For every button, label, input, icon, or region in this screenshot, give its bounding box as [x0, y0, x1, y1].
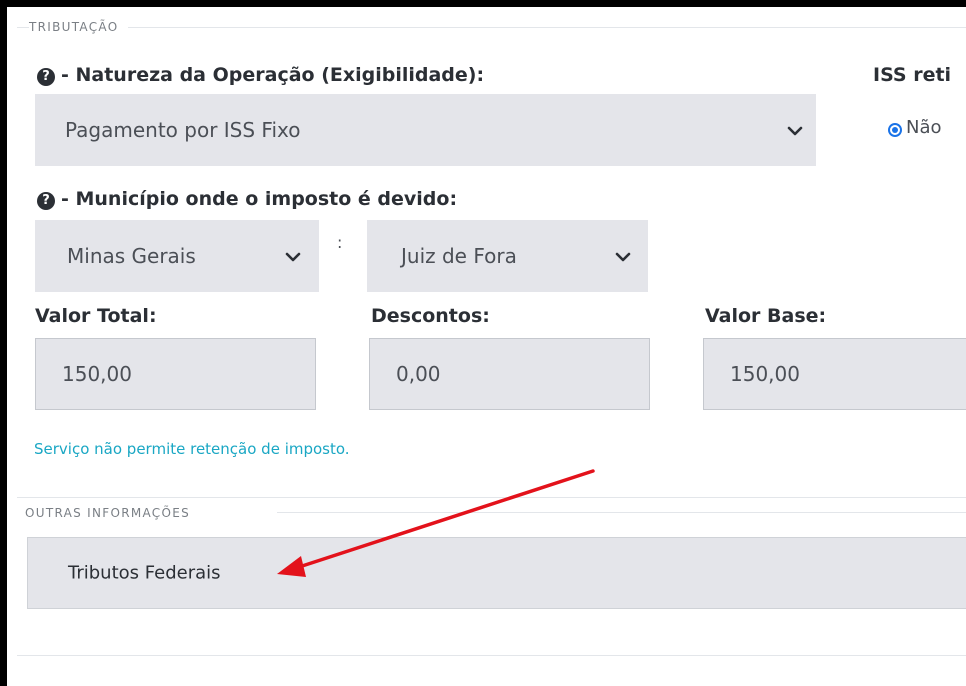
annotation-arrow	[277, 469, 595, 577]
